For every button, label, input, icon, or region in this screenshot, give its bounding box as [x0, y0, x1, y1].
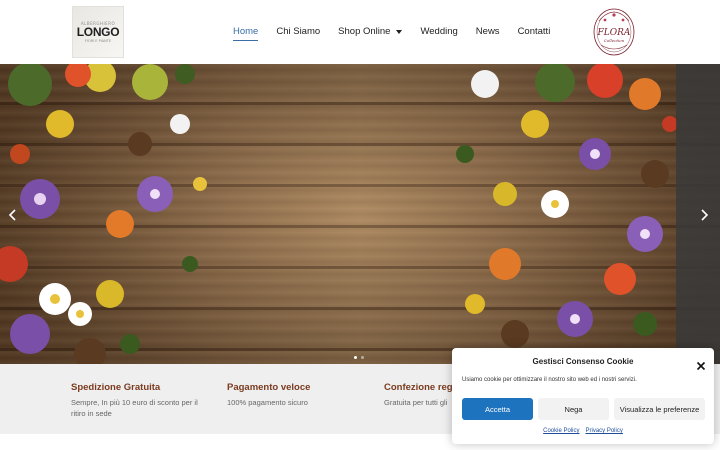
chevron-down-icon: [396, 29, 403, 34]
deny-button[interactable]: Nega: [538, 398, 609, 420]
cookie-text: Usiamo cookie per ottimizzare il nostro …: [462, 377, 637, 383]
page: ALBERGHIERO LONGO FIORI E PIANTE Home Ch…: [0, 0, 720, 450]
main-nav: Home Chi Siamo Shop Online Wedding News …: [233, 26, 568, 41]
nav-item-wedding[interactable]: Wedding: [420, 26, 457, 37]
feature-text: 100% pagamento sicuro: [227, 398, 308, 407]
slider-dot[interactable]: [354, 356, 357, 359]
nav-item-shop-online[interactable]: Shop Online: [338, 26, 403, 37]
privacy-policy-link[interactable]: Privacy Policy: [586, 428, 623, 434]
chevron-right-icon[interactable]: [697, 207, 711, 221]
close-icon[interactable]: [696, 356, 706, 371]
nav-label: Home: [233, 26, 259, 37]
nav-label: News: [475, 26, 500, 37]
nav-item-home[interactable]: Home: [233, 26, 259, 41]
feature-payment: Pagamento veloce 100% pagamento sicuro: [227, 382, 367, 408]
cookie-links: Cookie Policy Privacy Policy: [452, 428, 714, 434]
logo-longo[interactable]: ALBERGHIERO LONGO FIORI E PIANTE: [72, 6, 124, 58]
nav-label: Contatti: [517, 26, 551, 37]
chevron-left-icon[interactable]: [6, 207, 20, 221]
feature-text: Sempre, In più 10 euro di sconto per il …: [71, 398, 198, 418]
cookie-policy-link[interactable]: Cookie Policy: [543, 428, 579, 434]
nav-label: Wedding: [420, 26, 458, 37]
site-header: ALBERGHIERO LONGO FIORI E PIANTE Home Ch…: [0, 0, 720, 64]
cookie-title: Gestisci Consenso Cookie: [532, 357, 634, 366]
cookie-consent-dialog: Gestisci Consenso Cookie Usiamo cookie p…: [452, 348, 714, 444]
nav-label: Shop Online: [338, 26, 391, 37]
logo-bottom-text: FIORI E PIANTE: [84, 39, 112, 43]
feature-title: Pagamento veloce: [227, 382, 311, 393]
floral-decoration-left: [0, 64, 207, 364]
nav-item-contatti[interactable]: Contatti: [518, 26, 551, 37]
nav-label: Chi Siamo: [276, 26, 321, 37]
feature-title: Spedizione Gratuita: [71, 382, 161, 393]
flora-logo-graphic: FLORA Collection: [593, 8, 635, 56]
nav-item-news[interactable]: News: [476, 26, 500, 37]
logo-brand: LONGO: [76, 25, 120, 39]
feature-shipping: Spedizione Gratuita Sempre, In più 10 eu…: [71, 382, 211, 419]
slider-dot[interactable]: [361, 356, 364, 359]
accept-button[interactable]: Accetta: [462, 398, 533, 420]
floral-decoration-right: [456, 64, 678, 348]
nav-item-chi-siamo[interactable]: Chi Siamo: [276, 26, 320, 37]
logo-flora[interactable]: FLORA Collection: [591, 6, 637, 58]
preferences-button[interactable]: Visualizza le preferenze: [614, 398, 705, 420]
hero-slider[interactable]: [0, 64, 720, 364]
slider-pagination: [354, 356, 364, 359]
flora-brand: FLORA: [597, 28, 631, 38]
flora-tagline: Collection: [604, 38, 625, 43]
